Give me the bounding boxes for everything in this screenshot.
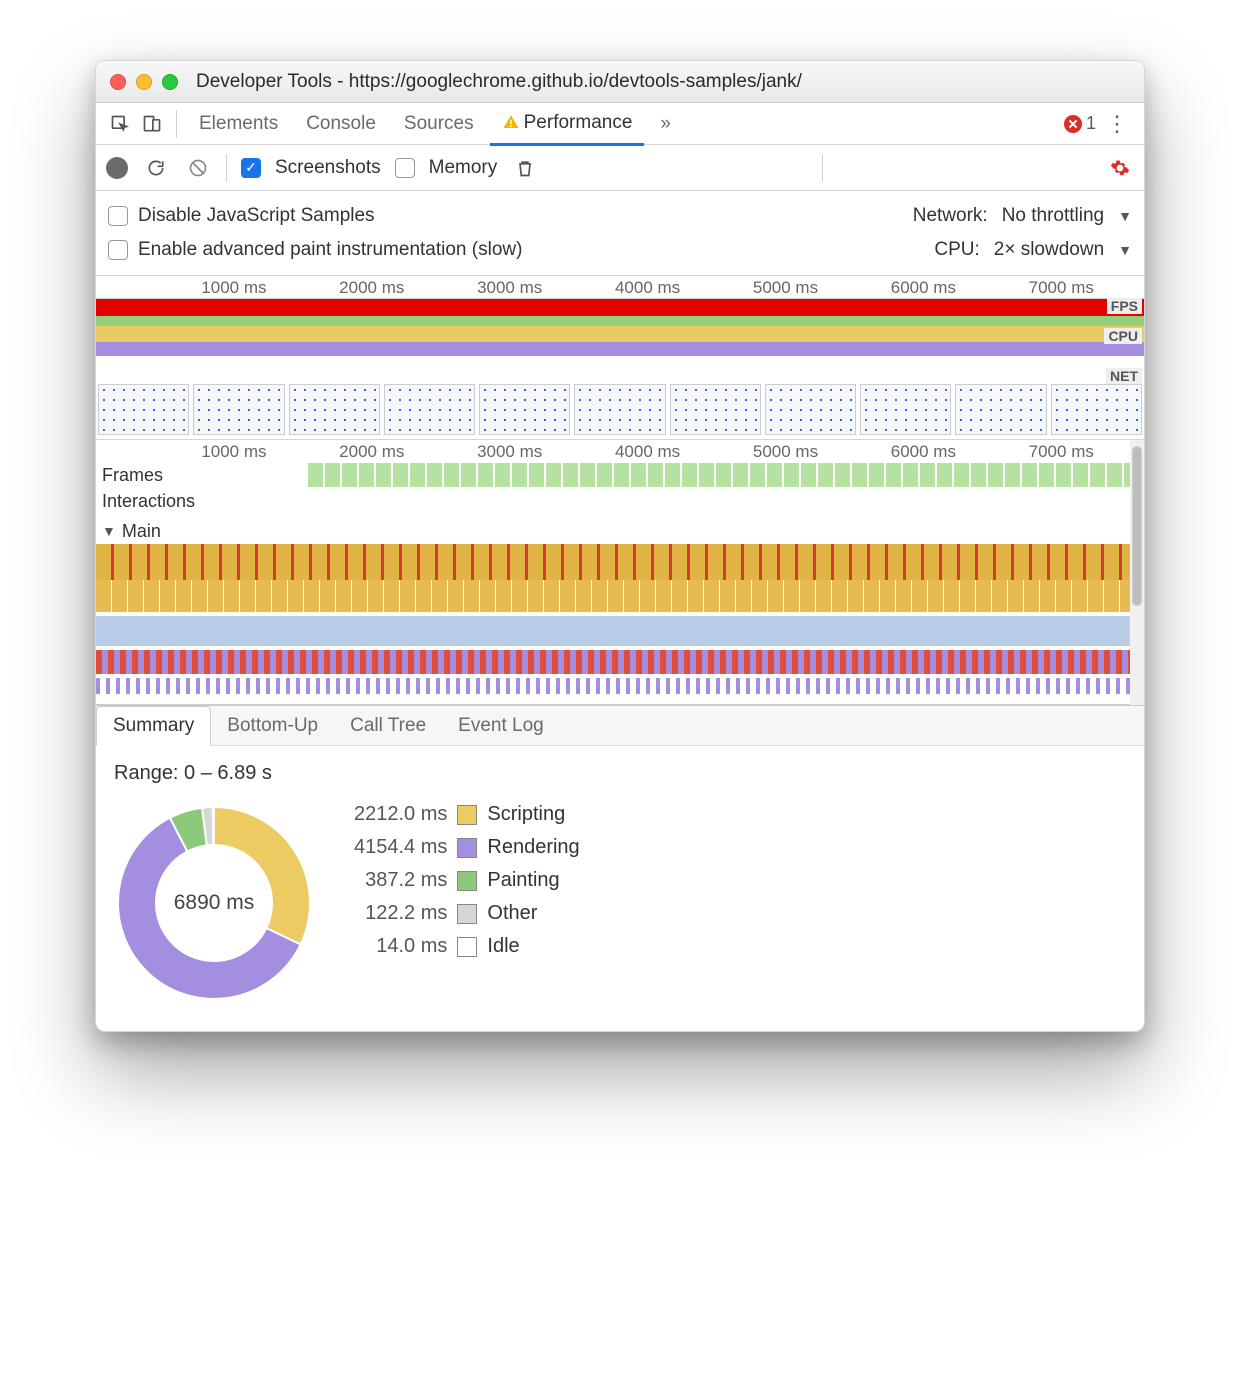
main-flamechart[interactable] xyxy=(96,544,1144,704)
collapse-main-icon[interactable]: ▼ xyxy=(102,523,116,539)
tab-event-log[interactable]: Event Log xyxy=(442,707,560,745)
minimize-window-button[interactable] xyxy=(136,74,152,90)
ruler-tick: 2000 ms xyxy=(339,442,404,462)
disable-js-samples-label: Disable JavaScript Samples xyxy=(138,205,375,227)
legend-swatch xyxy=(457,838,477,858)
clear-button[interactable] xyxy=(184,154,212,182)
tab-summary[interactable]: Summary xyxy=(96,706,211,746)
fps-lane-label: FPS xyxy=(1107,298,1142,314)
tabs-overflow-button[interactable]: » xyxy=(648,103,683,144)
more-options-button[interactable]: ⋮ xyxy=(1100,111,1134,137)
ruler-tick: 7000 ms xyxy=(1029,278,1094,298)
ruler-tick: 7000 ms xyxy=(1029,442,1094,462)
ruler-tick: 6000 ms xyxy=(891,278,956,298)
frames-track-label: Frames xyxy=(102,465,202,486)
divider xyxy=(226,154,227,182)
memory-label: Memory xyxy=(429,157,498,179)
ruler-tick: 6000 ms xyxy=(891,442,956,462)
ruler-tick: 1000 ms xyxy=(201,442,266,462)
legend-value: 14.0 ms xyxy=(354,935,447,958)
interactions-track-label: Interactions xyxy=(102,491,195,512)
legend-value: 2212.0 ms xyxy=(354,803,447,826)
overview-ruler: 1000 ms 2000 ms 3000 ms 4000 ms 5000 ms 6000 … xyxy=(96,276,1144,298)
details-pane: Summary Bottom-Up Call Tree Event Log Ra… xyxy=(96,705,1144,1031)
panel-tabs: Elements Console Sources Performance » 1… xyxy=(96,103,1144,145)
cpu-value: 2× slowdown xyxy=(994,239,1104,261)
window-title: Developer Tools - https://googlechrome.g… xyxy=(196,71,802,93)
warning-icon xyxy=(502,113,520,131)
capture-options: Disable JavaScript Samples Network: No t… xyxy=(96,191,1144,276)
network-throttling-select[interactable]: Network: No throttling ▼ xyxy=(913,205,1132,227)
total-time-label: 6890 ms xyxy=(114,803,314,1003)
detail-ruler: 1000 ms 2000 ms 3000 ms 4000 ms 5000 ms 6000 … xyxy=(96,440,1144,462)
legend-swatch xyxy=(457,805,477,825)
main-track-label: Main xyxy=(122,521,161,542)
screenshots-filmstrip[interactable] xyxy=(96,382,1144,440)
tab-console[interactable]: Console xyxy=(294,103,388,144)
cpu-lane-label: CPU xyxy=(1104,328,1142,344)
collect-garbage-button[interactable] xyxy=(511,154,539,182)
tab-performance[interactable]: Performance xyxy=(490,102,645,146)
range-label: Range: 0 – 6.89 s xyxy=(114,762,1126,785)
toggle-device-toolbar-icon[interactable] xyxy=(138,110,166,138)
details-tabs: Summary Bottom-Up Call Tree Event Log xyxy=(96,706,1144,746)
screenshots-label: Screenshots xyxy=(275,157,381,179)
inspect-element-icon[interactable] xyxy=(106,110,134,138)
ruler-tick: 3000 ms xyxy=(477,442,542,462)
net-lane-label: NET xyxy=(1106,368,1142,384)
ruler-tick: 5000 ms xyxy=(753,278,818,298)
divider xyxy=(822,154,823,182)
legend-name: Rendering xyxy=(487,836,579,859)
legend-swatch xyxy=(457,937,477,957)
ruler-tick: 4000 ms xyxy=(615,442,680,462)
devtools-window: Developer Tools - https://googlechrome.g… xyxy=(95,60,1145,1032)
memory-checkbox[interactable] xyxy=(395,158,415,178)
screenshots-checkbox[interactable]: ✓ xyxy=(241,158,261,178)
reload-record-button[interactable] xyxy=(142,154,170,182)
legend-name: Idle xyxy=(487,935,579,958)
network-value: No throttling xyxy=(1002,205,1104,227)
legend-value: 122.2 ms xyxy=(354,902,447,925)
legend-name: Other xyxy=(487,902,579,925)
legend-swatch xyxy=(457,904,477,924)
legend-swatch xyxy=(457,871,477,891)
performance-toolbar: ✓ Screenshots Memory xyxy=(96,145,1144,191)
vertical-scrollbar[interactable] xyxy=(1130,440,1144,705)
error-icon xyxy=(1064,115,1082,133)
network-label: Network: xyxy=(913,205,988,227)
chevron-down-icon: ▼ xyxy=(1118,242,1132,258)
frames-track[interactable] xyxy=(308,463,1138,487)
chevron-down-icon: ▼ xyxy=(1118,208,1132,224)
legend-name: Scripting xyxy=(487,803,579,826)
summary-legend: 2212.0 ms Scripting 4154.4 ms Rendering 387.… xyxy=(354,803,580,958)
error-count-badge[interactable]: 1 xyxy=(1064,113,1096,134)
advanced-paint-label: Enable advanced paint instrumentation (s… xyxy=(138,239,522,261)
record-button[interactable] xyxy=(106,157,128,179)
legend-value: 387.2 ms xyxy=(354,869,447,892)
tab-bottom-up[interactable]: Bottom-Up xyxy=(211,707,334,745)
tab-elements[interactable]: Elements xyxy=(187,103,290,144)
summary-donut-chart: 6890 ms xyxy=(114,803,314,1003)
ruler-tick: 4000 ms xyxy=(615,278,680,298)
overview-pane[interactable]: 1000 ms 2000 ms 3000 ms 4000 ms 5000 ms 6000 … xyxy=(96,276,1144,440)
capture-settings-button[interactable] xyxy=(1106,154,1134,182)
ruler-tick: 2000 ms xyxy=(339,278,404,298)
legend-value: 4154.4 ms xyxy=(354,836,447,859)
advanced-paint-checkbox[interactable] xyxy=(108,240,128,260)
ruler-tick: 3000 ms xyxy=(477,278,542,298)
legend-name: Painting xyxy=(487,869,579,892)
close-window-button[interactable] xyxy=(110,74,126,90)
tab-call-tree[interactable]: Call Tree xyxy=(334,707,442,745)
titlebar: Developer Tools - https://googlechrome.g… xyxy=(96,61,1144,103)
cpu-throttling-select[interactable]: CPU: 2× slowdown ▼ xyxy=(934,239,1132,261)
disable-js-samples-checkbox[interactable] xyxy=(108,206,128,226)
zoom-window-button[interactable] xyxy=(162,74,178,90)
ruler-tick: 5000 ms xyxy=(753,442,818,462)
ruler-tick: 1000 ms xyxy=(201,278,266,298)
error-count-value: 1 xyxy=(1086,113,1096,134)
tab-sources[interactable]: Sources xyxy=(392,103,486,144)
divider xyxy=(176,110,177,138)
cpu-label: CPU: xyxy=(934,239,979,261)
flamechart-pane[interactable]: 1000 ms 2000 ms 3000 ms 4000 ms 5000 ms 6000 … xyxy=(96,440,1144,705)
